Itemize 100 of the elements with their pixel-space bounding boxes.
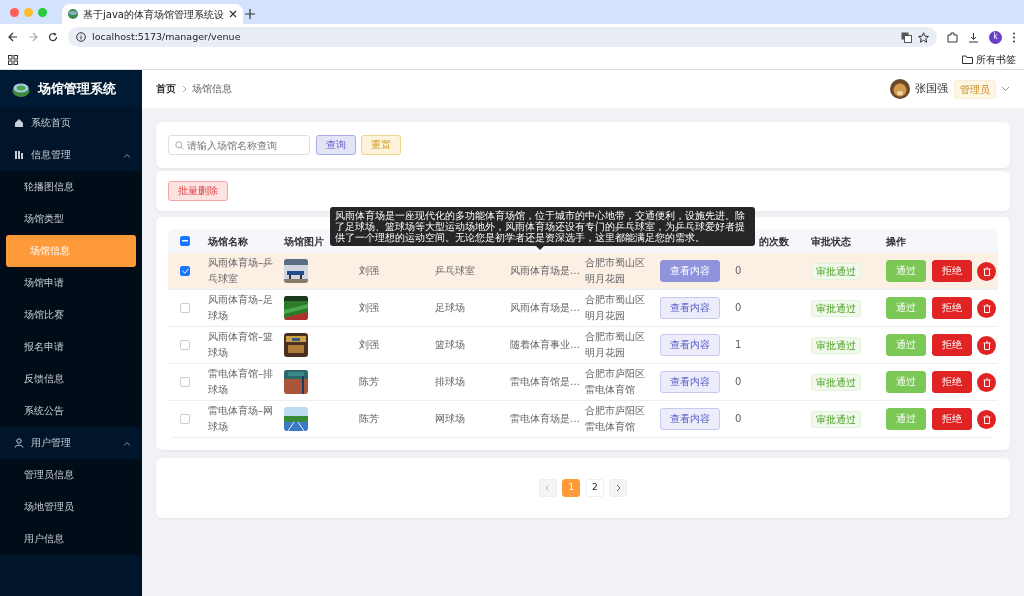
view-content-button[interactable]: 查看内容 <box>660 407 720 431</box>
reload-icon[interactable] <box>48 32 58 42</box>
download-icon[interactable] <box>968 31 979 43</box>
chevron-right-icon <box>615 484 621 492</box>
table-cell-text: 陈芳 <box>359 412 380 426</box>
reject-button[interactable]: 拒绝 <box>931 259 972 283</box>
extensions-icon[interactable] <box>947 31 958 43</box>
sidebar-item-label: 系统首页 <box>31 115 71 130</box>
minus-icon <box>182 240 188 242</box>
sidebar-item[interactable]: 报名申请 <box>0 331 142 363</box>
table-cell-text: 风雨体育场是… <box>510 301 580 315</box>
home-icon <box>14 118 24 128</box>
breadcrumb-item: 场馆信息 <box>192 81 232 96</box>
table-cell-text: 合肥市庐阳区雷电体育馆 <box>585 404 646 434</box>
column-header: 操作 <box>886 235 906 247</box>
star-icon[interactable] <box>918 31 929 43</box>
site-icon <box>68 9 78 19</box>
table-cell-text: 雷电体育馆是… <box>510 375 580 389</box>
delete-button[interactable] <box>977 298 996 318</box>
trash-icon <box>982 340 991 350</box>
table-cell-text: 风雨体育场–乒乓球室 <box>208 256 274 286</box>
row-checkbox[interactable] <box>180 303 190 313</box>
trash-icon <box>982 414 991 424</box>
select-all-checkbox[interactable] <box>180 236 190 246</box>
address-bar[interactable]: localhost:5173/manager/venue <box>68 27 937 47</box>
status-tag: 审批通过 <box>811 299 861 317</box>
table-cell-text: 合肥市蜀山区明月花园 <box>585 256 646 286</box>
profile-avatar[interactable]: k <box>989 30 1002 44</box>
back-icon[interactable] <box>8 32 18 42</box>
delete-button[interactable] <box>977 335 996 355</box>
table-cell-text: 雷电体育馆–排球场 <box>208 367 274 397</box>
sidebar-group-label: 用户管理 <box>31 435 72 450</box>
table-cell-text: 合肥市蜀山区明月花园 <box>585 293 646 323</box>
trash-icon <box>982 266 991 276</box>
reject-button[interactable]: 拒绝 <box>931 407 972 431</box>
sidebar-item[interactable]: 场馆申请 <box>0 267 142 299</box>
status-tag: 审批通过 <box>811 410 861 428</box>
sidebar-group[interactable]: 信息管理 <box>0 139 142 171</box>
table-cell-text: 合肥市蜀山区明月花园 <box>585 330 646 360</box>
info-icon <box>76 32 86 42</box>
tooltip-arrow-icon <box>536 246 544 250</box>
search-field[interactable]: 请输入场馆名称查询 <box>168 135 310 155</box>
reject-button[interactable]: 拒绝 <box>931 333 972 357</box>
sidebar-item[interactable]: 用户信息 <box>0 523 142 555</box>
status-tag: 审批通过 <box>811 373 861 391</box>
url-text: localhost:5173/manager/venue <box>92 29 242 44</box>
table-cell-text: 风雨体育馆–篮球场 <box>208 330 274 360</box>
sidebar-item[interactable]: 场馆类型 <box>0 203 142 235</box>
reject-button[interactable]: 拒绝 <box>931 370 972 394</box>
row-checkbox[interactable] <box>180 266 190 276</box>
table-cell-text: 刘强 <box>359 338 380 352</box>
chevron-left-icon <box>545 484 551 492</box>
chevron-icon <box>123 152 131 158</box>
view-content-button[interactable]: 查看内容 <box>660 296 720 320</box>
view-content-button[interactable]: 查看内容 <box>660 370 720 394</box>
tab-title: 基于java的体育场馆管理系统设 <box>83 7 224 22</box>
sidebar-item[interactable]: 系统首页 <box>0 107 142 139</box>
sidebar-item[interactable]: 管理员信息 <box>0 459 142 491</box>
tooltip: 风雨体育场是一座现代化的多功能体育场馆，位于城市的中心地带，交通便利，设施先进。除了足球场、篮球场等大型运动场地外，风雨体育场还设有专门的乒乓球室，为乒乓球爱好者提供了一个理想的运动空间。无论您是初学者还是资深选手，这里都能满足您的需求。 <box>330 207 755 246</box>
row-checkbox[interactable] <box>180 340 190 350</box>
delete-button[interactable] <box>977 409 996 429</box>
trash-icon <box>982 303 991 313</box>
sidebar-item[interactable]: 反馈信息 <box>0 363 142 395</box>
search-button[interactable]: 查询 <box>315 134 356 156</box>
table-cell-text: 网球场 <box>435 412 466 426</box>
apps-icon[interactable] <box>8 54 18 65</box>
table-cell-text: 随着体育事业… <box>510 338 580 352</box>
column-header: 审批状态 <box>811 235 851 247</box>
sidebar-item[interactable]: 系统公告 <box>0 395 142 427</box>
column-header: 场馆图片 <box>284 235 324 247</box>
table-cell-text: 刘强 <box>359 264 380 278</box>
reject-button[interactable]: 拒绝 <box>931 296 972 320</box>
column-header: 的次数 <box>759 235 789 247</box>
sidebar-group[interactable]: 用户管理 <box>0 427 142 459</box>
avatar-icon[interactable] <box>889 79 910 99</box>
user-icon <box>14 438 24 448</box>
breadcrumb-item[interactable]: 首页 <box>156 81 176 97</box>
row-checkbox[interactable] <box>180 414 190 424</box>
dropdown-caret-icon[interactable] <box>1001 86 1010 92</box>
sidebar-item[interactable]: 轮播图信息 <box>0 171 142 203</box>
sidebar-item[interactable]: 场馆比赛 <box>0 299 142 331</box>
app-title: 场馆管理系统 <box>38 79 116 98</box>
close-icon[interactable] <box>228 10 237 18</box>
page-button[interactable]: 2 <box>585 479 604 497</box>
table-cell-text: 篮球场 <box>435 338 466 352</box>
more-icon[interactable] <box>1012 31 1016 43</box>
search-icon <box>175 140 184 150</box>
delete-button[interactable] <box>977 261 996 281</box>
sidebar-item[interactable]: 场地管理员 <box>0 491 142 523</box>
column-header: 场馆名称 <box>208 235 248 247</box>
table-cell-text: 雷电体育场–网球场 <box>208 404 274 434</box>
translate-icon[interactable] <box>901 31 912 43</box>
browser-tab[interactable]: 基于java的体育场馆管理系统设 <box>62 4 243 24</box>
table-cell-text: 刘强 <box>359 301 380 315</box>
bookmarks-link[interactable]: 所有书签 <box>976 52 1016 67</box>
row-checkbox[interactable] <box>180 377 190 387</box>
status-tag: 审批通过 <box>811 336 861 354</box>
view-content-button[interactable]: 查看内容 <box>660 333 720 357</box>
delete-button[interactable] <box>977 372 996 392</box>
batch-delete-button[interactable]: 批量删除 <box>168 180 228 202</box>
